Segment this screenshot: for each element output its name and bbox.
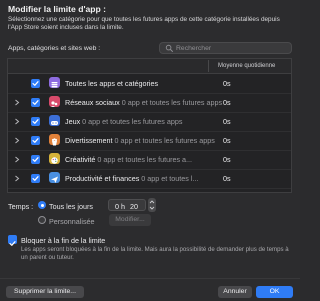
chevron-right-icon[interactable] [14, 99, 20, 106]
game-icon [49, 115, 60, 126]
row-title: Créativité [65, 155, 96, 164]
row-daily-average: 0s [223, 174, 231, 183]
row-title: Jeux [65, 117, 81, 126]
edit-limit-dialog: Modifier la limite d'app : Sélectionnez … [0, 0, 300, 301]
row-name: Divertissement 0 app et toutes les futur… [65, 136, 215, 145]
row-divider [8, 187, 291, 188]
row-subtitle: 0 app et toutes les futures a... [95, 155, 193, 164]
checkmark-icon [32, 99, 39, 105]
checkmark-icon [32, 156, 39, 162]
row-checkbox[interactable] [31, 173, 40, 183]
time-stepper[interactable] [148, 198, 156, 212]
popcorn-icon [49, 134, 60, 146]
row-checkbox[interactable] [31, 154, 40, 164]
row-checkbox[interactable] [31, 78, 40, 88]
chevron-right-icon[interactable] [14, 137, 20, 144]
cancel-button[interactable]: Annuler [218, 286, 252, 298]
footer-divider [0, 278, 300, 279]
radio-every-day-label[interactable]: Tous les jours [49, 202, 93, 211]
row-title: Réseaux sociaux [65, 98, 120, 107]
row-subtitle: 0 app et toutes les futures apps [119, 98, 223, 107]
time-limit-field[interactable]: 0 h 20 m [108, 199, 146, 220]
chevron-right-icon[interactable] [14, 118, 20, 125]
chevron-right-icon[interactable] [14, 156, 20, 163]
row-checkbox[interactable] [31, 135, 40, 145]
ok-button[interactable]: OK [256, 286, 293, 298]
row-name: Jeux 0 app et toutes les futures apps [65, 117, 182, 126]
row-daily-average: 0s [223, 98, 231, 107]
modify-button[interactable]: Modifier... [109, 214, 151, 226]
row-name: Productivité et finances 0 app et toutes… [65, 174, 198, 183]
table-row[interactable]: Réseaux sociaux 0 app et toutes les futu… [8, 93, 291, 112]
time-label: Temps : [8, 202, 34, 211]
row-subtitle: 0 app et toutes les futures apps [80, 117, 183, 126]
block-at-limit-checkbox[interactable] [8, 235, 17, 246]
row-checkbox[interactable] [31, 97, 40, 107]
dialog-description: Sélectionnez une catégorie pour que tout… [8, 16, 280, 31]
table-row[interactable]: Productivité et finances 0 app et toutes… [8, 169, 291, 188]
stepper-arrows-icon [149, 200, 155, 210]
row-daily-average: 0s [223, 79, 231, 88]
table-row[interactable]: Créativité 0 app et toutes les futures a… [8, 150, 291, 169]
row-title: Productivité et finances [65, 174, 140, 183]
radio-custom-label[interactable]: Personnalisée [49, 217, 95, 226]
radio-every-day[interactable] [38, 201, 46, 209]
row-name: Réseaux sociaux 0 app et toutes les futu… [65, 98, 222, 107]
checkmark-icon [9, 241, 16, 246]
row-daily-average: 0s [223, 136, 231, 145]
dialog-title: Modifier la limite d'app : [8, 4, 107, 14]
column-separator [208, 60, 209, 72]
search-field[interactable]: Rechercher [159, 42, 292, 54]
hours-value[interactable]: 0 h [115, 202, 125, 211]
table-header: Moyenne quotidienne [8, 59, 291, 74]
apps-table: Moyenne quotidienne Toutes les apps et c… [7, 58, 292, 193]
row-title: Divertissement [65, 136, 113, 145]
apps-section-label: Apps, catégories et sites web : [8, 45, 101, 52]
column-header-daily-average[interactable]: Moyenne quotidienne [218, 63, 275, 69]
chevron-right-icon[interactable] [14, 175, 20, 182]
checkmark-icon [32, 80, 39, 86]
delete-limit-button[interactable]: Supprimer la limite... [6, 286, 84, 298]
checkmark-icon [32, 175, 39, 181]
row-name: Créativité 0 app et toutes les futures a… [65, 155, 192, 164]
table-row[interactable]: Divertissement 0 app et toutes les futur… [8, 131, 291, 150]
stack-icon [49, 77, 60, 88]
row-subtitle: 0 app et toutes les futures apps [112, 136, 215, 145]
checkmark-icon [32, 118, 39, 124]
row-daily-average: 0s [223, 155, 231, 164]
block-at-limit-label[interactable]: Bloquer à la fin de la limite [21, 236, 105, 245]
social-icon [49, 96, 60, 107]
row-subtitle: 0 app et toutes l... [139, 174, 199, 183]
radio-custom[interactable] [38, 216, 46, 224]
row-checkbox[interactable] [31, 116, 40, 126]
checkmark-icon [32, 137, 39, 143]
block-at-limit-description: Les apps seront bloquées à la fin de la … [21, 246, 289, 261]
row-daily-average: 0s [223, 117, 231, 126]
row-title: Toutes les apps et catégories [65, 79, 159, 88]
search-icon [165, 44, 174, 53]
send-icon [49, 172, 60, 183]
row-name: Toutes les apps et catégories [65, 79, 158, 88]
palette-icon [49, 153, 60, 164]
search-placeholder: Rechercher [176, 44, 212, 52]
table-row[interactable]: Toutes les apps et catégories 0s [8, 74, 291, 93]
table-row[interactable]: Jeux 0 app et toutes les futures apps 0s [8, 112, 291, 131]
